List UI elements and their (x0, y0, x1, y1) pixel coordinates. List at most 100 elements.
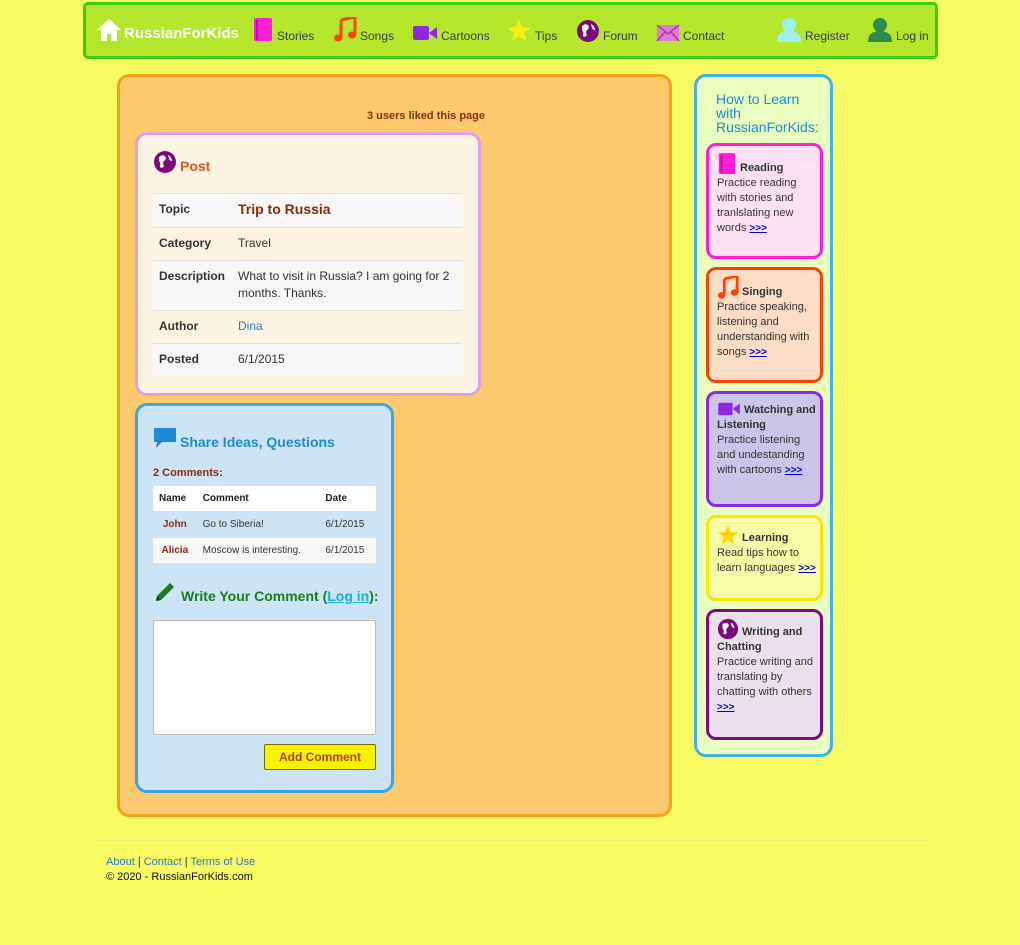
sidebar-title: How to Learn with RussianForKids: (716, 91, 819, 135)
comment-textarea[interactable] (153, 620, 376, 735)
reading-heading: Reading (740, 162, 784, 174)
comments-table: Name Comment Date John Go to Siberia! 6/… (153, 486, 376, 563)
write-comment-heading: Write Your Comment (Log in): (153, 580, 379, 604)
nav-contact[interactable]: Contact (656, 5, 724, 56)
nav-cartoons[interactable]: Cartoons (412, 5, 490, 56)
footer-about-link[interactable]: About (106, 856, 135, 868)
comment-author: Alicia (153, 537, 197, 563)
singing-more-link[interactable]: >>> (749, 347, 767, 358)
table-row: Topic Trip to Russia (153, 193, 462, 228)
comment-text: Go to Siberia! (196, 511, 320, 538)
nav-cartoons-label: Cartoons (441, 29, 490, 43)
comment-date: 6/1/2015 (319, 511, 376, 538)
table-row: John Go to Siberia! 6/1/2015 (153, 511, 376, 538)
footer-separator: | (184, 856, 188, 868)
writing-more-link[interactable]: >>> (717, 702, 735, 713)
learning-sidebar: How to Learn with RussianForKids: Readin… (694, 74, 833, 757)
book-icon (718, 153, 736, 174)
comment-text: Moscow is interesting. (196, 537, 320, 563)
nav-login-label: Log in (896, 29, 929, 43)
globe-icon (717, 618, 739, 640)
table-row: Posted 6/1/2015 (153, 343, 462, 376)
write-comment-prefix: Write Your Comment ( (181, 588, 328, 604)
brand-home-link[interactable]: RussianForKids (96, 5, 239, 56)
nav-forum[interactable]: Forum (576, 5, 638, 56)
comments-card: Share Ideas, Questions 2 Comments: Name … (135, 403, 394, 793)
posted-value: 6/1/2015 (232, 343, 462, 376)
write-comment-suffix: ): (369, 588, 379, 604)
speech-bubble-icon (154, 428, 176, 448)
column-header-comment: Comment (196, 486, 320, 512)
topic-label: Topic (153, 193, 232, 228)
category-value: Travel (232, 227, 462, 261)
comments-count: 2 Comments: (153, 467, 223, 479)
envelope-icon (656, 24, 680, 42)
music-note-icon (334, 17, 357, 42)
post-title: Post (180, 158, 211, 174)
home-icon (97, 19, 121, 41)
learning-text: Read tips how to learn languages (717, 547, 799, 574)
description-label: Description (153, 260, 232, 311)
footer-separator: | (137, 856, 141, 868)
author-link[interactable]: Dina (238, 319, 263, 333)
footer-divider (95, 840, 928, 841)
singing-box: Singing Practice speaking, listening and… (706, 267, 823, 383)
writing-box: Writing and Chatting Practice writing an… (706, 609, 823, 740)
nav-songs-label: Songs (360, 29, 395, 43)
comments-heading: Share Ideas, Questions (153, 426, 335, 450)
nav-register[interactable]: Register (776, 5, 850, 56)
user-icon (868, 18, 892, 42)
author-label: Author (153, 310, 232, 344)
table-row: Alicia Moscow is interesting. 6/1/2015 (153, 537, 376, 563)
comment-author: John (153, 511, 197, 538)
writing-text: Practice writing and translating by chat… (717, 656, 813, 698)
nav-login[interactable]: Log in (867, 5, 929, 56)
globe-icon (154, 151, 176, 173)
footer-links: About | Contact | Terms of Use (106, 856, 255, 868)
column-header-date: Date (319, 486, 376, 512)
likes-count: 3 users liked this page (367, 110, 485, 122)
watching-box: Watching and Listening Practice listenin… (706, 391, 823, 507)
topic-value: Trip to Russia (232, 193, 462, 228)
top-navbar: RussianForKids Stories Songs Cartoons Ti… (83, 2, 938, 59)
reading-more-link[interactable]: >>> (749, 223, 767, 234)
video-camera-icon (413, 26, 437, 40)
copyright: © 2020 - RussianForKids.com (106, 871, 253, 883)
footer-terms-link[interactable]: Terms of Use (190, 856, 255, 868)
comment-date: 6/1/2015 (319, 537, 376, 563)
author-value: Dina (232, 310, 462, 344)
column-header-name: Name (153, 486, 197, 512)
user-icon (777, 18, 801, 42)
star-icon (507, 19, 531, 42)
globe-icon (577, 20, 599, 42)
description-value: What to visit in Russia? I am going for … (232, 260, 462, 311)
nav-stories[interactable]: Stories (252, 5, 314, 56)
watching-more-link[interactable]: >>> (785, 465, 803, 476)
footer-contact-link[interactable]: Contact (144, 856, 182, 868)
star-icon (717, 525, 739, 545)
posted-label: Posted (153, 343, 232, 376)
topic-text: Trip to Russia (238, 201, 331, 217)
pencil-icon (156, 583, 174, 601)
brand-label: RussianForKids (124, 25, 240, 42)
category-label: Category (153, 227, 232, 261)
add-comment-button[interactable]: Add Comment (264, 744, 376, 770)
reading-box: Reading Practice reading with stories an… (706, 143, 823, 259)
table-header-row: Name Comment Date (153, 486, 376, 512)
write-comment-title: Write Your Comment (Log in): (181, 588, 379, 604)
table-row: Description What to visit in Russia? I a… (153, 260, 462, 311)
nav-stories-label: Stories (277, 29, 315, 43)
post-card: Post Topic Trip to Russia Category Trave… (135, 132, 481, 396)
nav-songs[interactable]: Songs (333, 5, 394, 56)
learning-heading: Learning (742, 532, 789, 544)
music-note-icon (717, 276, 739, 299)
singing-heading: Singing (742, 286, 783, 298)
nav-tips-label: Tips (535, 29, 558, 43)
video-camera-icon (718, 402, 740, 416)
learning-more-link[interactable]: >>> (798, 563, 816, 574)
table-row: Category Travel (153, 227, 462, 261)
post-details-table: Topic Trip to Russia Category Travel Des… (153, 193, 462, 376)
learning-box: Learning Read tips how to learn language… (706, 515, 823, 601)
login-link[interactable]: Log in (327, 588, 369, 604)
nav-tips[interactable]: Tips (506, 5, 557, 56)
